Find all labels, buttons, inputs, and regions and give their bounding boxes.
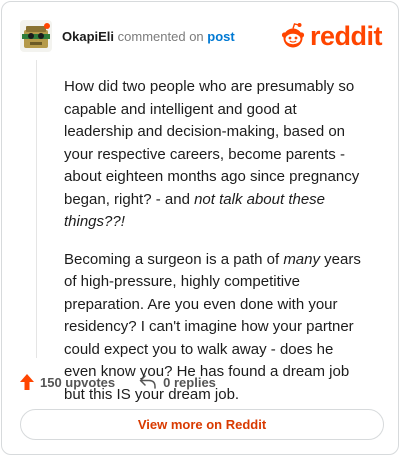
paragraph-2-emphasis: many [283,250,320,268]
comment-header: OkapiEli commented on post reddit [20,20,383,52]
reply-count: 0 replies [163,374,216,390]
upvote-group[interactable]: 150 upvotes [20,374,115,390]
user-avatar[interactable] [20,20,52,52]
avatar-icon [20,20,52,52]
view-more-label: View more on Reddit [137,417,267,432]
reply-group[interactable]: 0 replies [139,375,216,390]
paragraph-2-text-start: Becoming a surgeon is a path of [64,250,284,268]
upvote-arrow-icon [20,374,34,390]
comment-body: How did two people who are presumably so… [64,76,364,421]
comment-paragraph-1: How did two people who are presumably so… [64,76,364,234]
reddit-wordmark: reddit [309,21,383,51]
paragraph-1-text: How did two people who are presumably so… [64,78,360,208]
action-text: commented on [117,28,204,44]
reddit-logo[interactable]: reddit [279,21,383,51]
username-link[interactable]: OkapiEli [62,29,114,44]
comment-footer: 150 upvotes 0 replies [20,374,216,390]
thread-line [36,60,37,358]
post-link[interactable]: post [207,29,234,44]
view-more-button[interactable]: View more on Reddit [20,409,384,440]
upvote-count: 150 upvotes [40,374,116,390]
reply-arrow-icon [139,375,156,389]
comment-byline: OkapiEli commented on post [62,29,235,44]
comment-card: OkapiEli commented on post reddit How di… [1,1,399,455]
reddit-snoo-icon [281,23,305,48]
